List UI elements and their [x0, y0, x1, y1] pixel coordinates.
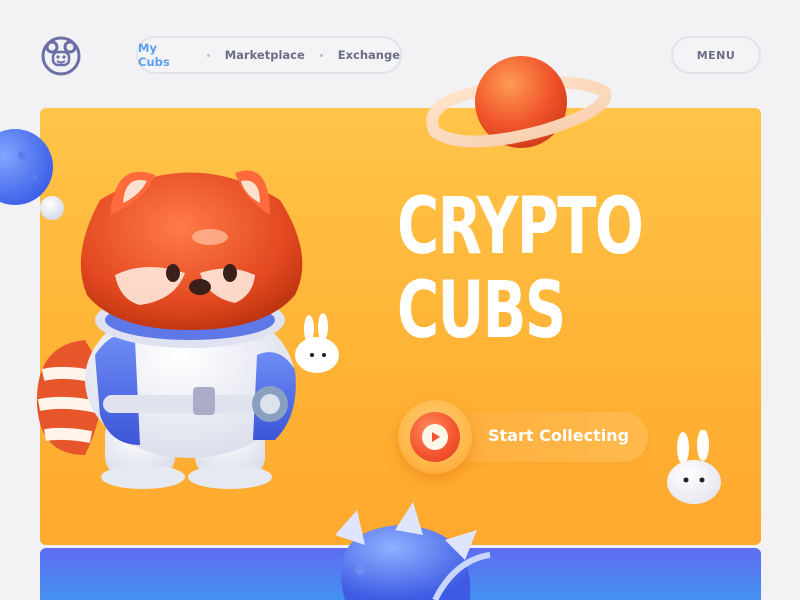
nav-item-marketplace[interactable]: Marketplace [225, 48, 305, 62]
hero-title: CRYPTO CUBS [397, 185, 659, 353]
play-button[interactable] [398, 400, 472, 474]
saturn-planet-icon [426, 56, 612, 148]
nav-separator [206, 53, 210, 57]
cub-face-logo-icon[interactable] [40, 35, 82, 77]
nav-item-exchange[interactable]: Exchange [338, 48, 400, 62]
hero-title-line2: CUBS [397, 266, 566, 356]
hero-title-line1: CRYPTO [397, 182, 644, 272]
start-collecting-label[interactable]: Start Collecting [488, 426, 629, 445]
bunny-icon [667, 430, 721, 504]
nav-separator [319, 53, 323, 57]
menu-button[interactable]: MENU [671, 36, 761, 74]
red-panda-astronaut-illustration [36, 170, 339, 489]
nav-item-my-cubs[interactable]: My Cubs [138, 41, 192, 69]
play-icon [432, 432, 440, 442]
blue-spiky-planet-icon [335, 502, 491, 600]
main-nav: My Cubs Marketplace Exchange [136, 36, 402, 74]
